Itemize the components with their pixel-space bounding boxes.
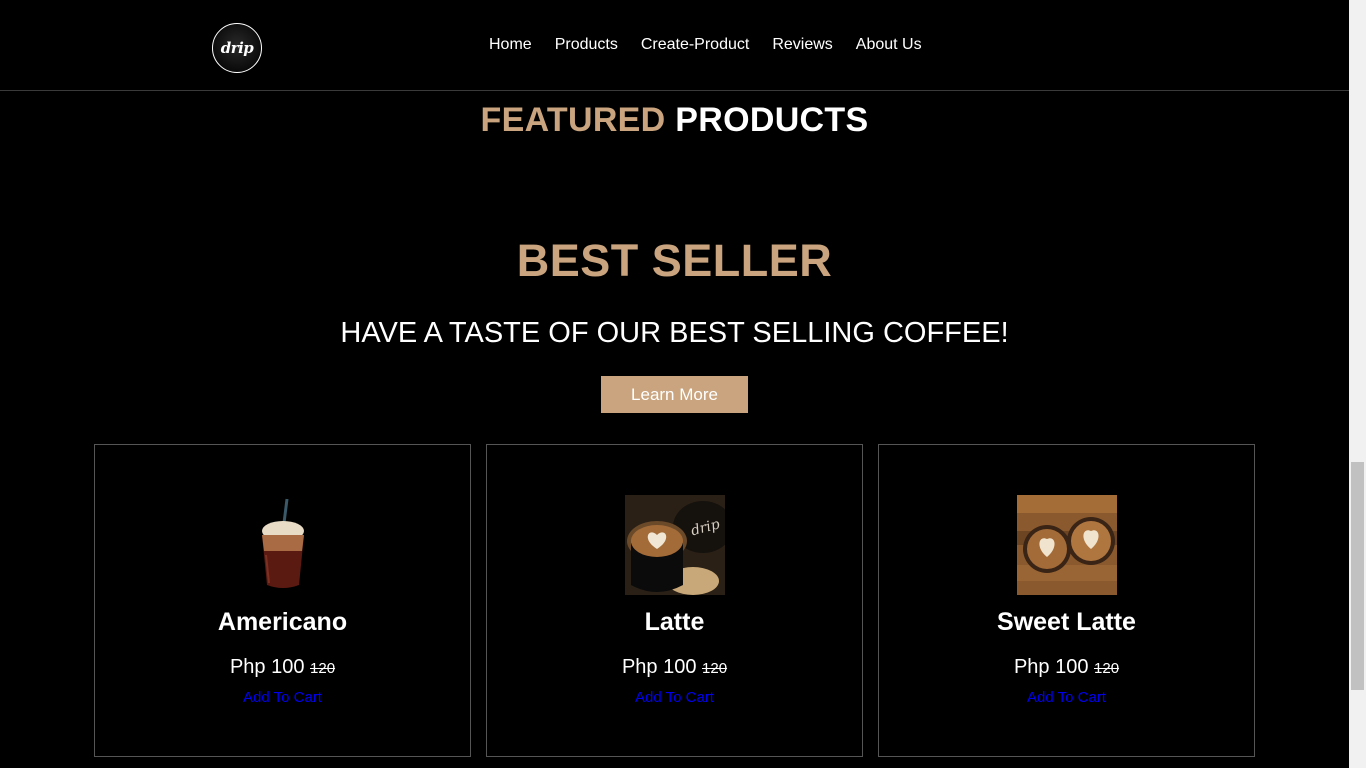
scrollbar-thumb[interactable]	[1351, 462, 1364, 690]
main-nav: Home Products Create-Product Reviews Abo…	[489, 36, 922, 54]
add-to-cart-link[interactable]: Add To Cart	[487, 689, 862, 707]
nav-about-us[interactable]: About Us	[856, 36, 922, 54]
vertical-scrollbar[interactable]	[1349, 0, 1366, 768]
product-name: Sweet Latte	[997, 608, 1136, 636]
learn-more-button[interactable]: Learn More	[601, 376, 748, 413]
best-seller-title: BEST SELLER	[516, 235, 833, 286]
nav-products[interactable]: Products	[555, 36, 618, 54]
product-name: Latte	[644, 608, 705, 636]
product-card-americano: Americano Php 100 120 Add To Cart	[94, 444, 471, 757]
add-to-cart-link[interactable]: Add To Cart	[879, 689, 1254, 707]
product-card-latte: drip Latte Php 100 120 Add To Cart	[486, 444, 863, 757]
nav-home[interactable]: Home	[489, 36, 532, 54]
best-seller-subtitle: HAVE A TASTE OF OUR BEST SELLING COFFEE!	[340, 317, 1009, 349]
sweet-latte-image	[1017, 495, 1117, 595]
latte-image: drip	[625, 495, 725, 595]
product-name: Americano	[217, 608, 348, 636]
nav-create-product[interactable]: Create-Product	[641, 36, 750, 54]
current-price: Php 100	[1013, 656, 1089, 678]
old-price: 120	[702, 660, 728, 677]
nav-reviews[interactable]: Reviews	[772, 36, 832, 54]
logo-text: drip	[220, 39, 254, 57]
product-card-sweet-latte: Sweet Latte Php 100 120 Add To Cart	[878, 444, 1255, 757]
old-price: 120	[1094, 660, 1120, 677]
current-price: Php 100	[621, 656, 697, 678]
product-price: Php 100 120	[487, 655, 862, 681]
product-price: Php 100 120	[95, 655, 470, 681]
drip-logo[interactable]: drip	[212, 23, 262, 73]
featured-products-heading: FEATURED PRODUCTS	[0, 101, 1349, 139]
featured-accent-word: FEATURED	[480, 101, 666, 139]
product-price: Php 100 120	[879, 655, 1254, 681]
site-header: drip Home Products Create-Product Review…	[0, 0, 1349, 91]
add-to-cart-link[interactable]: Add To Cart	[95, 689, 470, 707]
featured-rest-word: PRODUCTS	[675, 101, 869, 139]
americano-image	[233, 495, 333, 595]
old-price: 120	[310, 660, 336, 677]
current-price: Php 100	[229, 656, 305, 678]
